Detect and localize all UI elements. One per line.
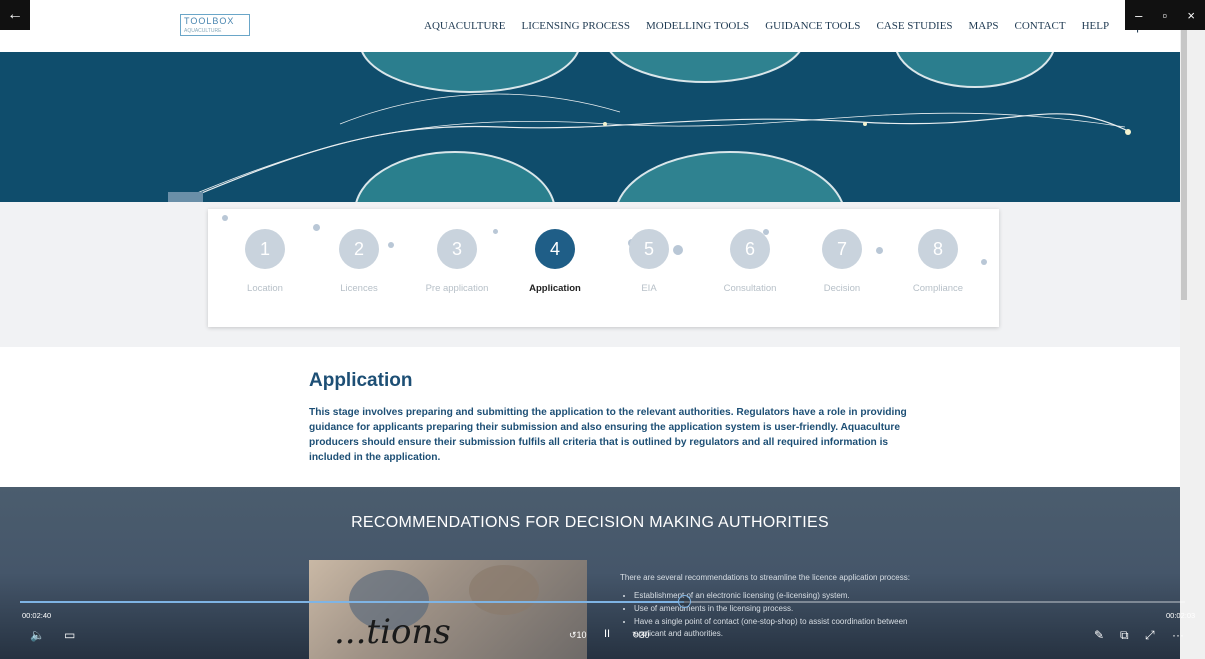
step-number: 2 bbox=[339, 229, 379, 269]
top-navigation: TOOLBOX AQUACULTURE AQUACULTURE LICENSIN… bbox=[0, 0, 1180, 52]
step-label: Application bbox=[529, 283, 581, 294]
elapsed-time: 00:02:40 bbox=[22, 611, 52, 620]
progress-knob[interactable] bbox=[678, 595, 692, 608]
stage-paragraph: This stage involves preparing and submit… bbox=[309, 407, 907, 463]
remaining-time: 00:02:03 bbox=[1166, 611, 1196, 620]
recommendations-text: There are several recommendations to str… bbox=[620, 572, 920, 641]
recommendations-intro: There are several recommendations to str… bbox=[620, 573, 910, 582]
close-icon[interactable]: × bbox=[1187, 8, 1195, 23]
step-label: Consultation bbox=[723, 283, 777, 294]
step-number: 5 bbox=[629, 229, 669, 269]
page-title: Application bbox=[309, 370, 413, 391]
app-window: TOOLBOX AQUACULTURE AQUACULTURE LICENSIN… bbox=[0, 0, 1205, 659]
recommendations-section: RECOMMENDATIONS FOR DECISION MAKING AUTH… bbox=[0, 487, 1180, 659]
step-eia[interactable]: 5 EIA bbox=[604, 229, 694, 294]
list-item: Have a single point of contact (one-stop… bbox=[634, 616, 920, 640]
menu-item-aquaculture[interactable]: AQUACULTURE bbox=[424, 20, 506, 34]
video-progress-bar[interactable] bbox=[20, 595, 1185, 608]
restore-icon[interactable]: ▫ bbox=[1163, 8, 1168, 23]
step-decision[interactable]: 7 Decision bbox=[797, 229, 887, 294]
fullscreen-icon[interactable]: ⤢ bbox=[1145, 628, 1155, 643]
main-menu: AQUACULTURE LICENSING PROCESS MODELLING … bbox=[424, 20, 1142, 34]
stage-description: Application This stage involves preparin… bbox=[0, 347, 1180, 487]
recommendations-heading: RECOMMENDATIONS FOR DECISION MAKING AUTH… bbox=[351, 514, 829, 531]
step-label: Licences bbox=[340, 283, 378, 294]
scrollbar-thumb[interactable] bbox=[1181, 30, 1187, 300]
toolbox-logo[interactable]: TOOLBOX AQUACULTURE bbox=[180, 14, 250, 36]
step-application[interactable]: 4 Application bbox=[510, 229, 600, 294]
step-pre-application[interactable]: 3 Pre application bbox=[412, 229, 502, 294]
step-label: Decision bbox=[823, 283, 861, 294]
step-number: 6 bbox=[730, 229, 770, 269]
step-number: 8 bbox=[918, 229, 958, 269]
recommendations-photo: ...tions bbox=[309, 560, 587, 659]
page-scrollbar[interactable] bbox=[1180, 30, 1205, 659]
step-label: Compliance bbox=[912, 283, 964, 294]
more-options-icon[interactable]: ··· bbox=[1172, 628, 1184, 642]
step-label: Location bbox=[247, 283, 283, 294]
decor-dot bbox=[222, 215, 228, 221]
picture-in-picture-icon[interactable]: ⧉ bbox=[1120, 628, 1129, 643]
step-consultation[interactable]: 6 Consultation bbox=[705, 229, 795, 294]
step-location[interactable]: 1 Location bbox=[220, 229, 310, 294]
step-number: 7 bbox=[822, 229, 862, 269]
minimize-icon[interactable]: – bbox=[1135, 8, 1142, 23]
licensing-stepper: 1 Location 2 Licences 3 Pre application … bbox=[208, 209, 999, 327]
forward-30-button[interactable]: ↻30 bbox=[632, 630, 650, 641]
menu-item-guidance-tools[interactable]: GUIDANCE TOOLS bbox=[765, 20, 860, 34]
pause-button[interactable]: II bbox=[604, 628, 610, 640]
menu-item-maps[interactable]: MAPS bbox=[969, 20, 999, 34]
logo-subtext: AQUACULTURE bbox=[184, 28, 222, 34]
rewind-label: 10 bbox=[576, 630, 587, 640]
step-compliance[interactable]: 8 Compliance bbox=[893, 229, 983, 294]
logo-text: TOOLBOX bbox=[184, 16, 235, 26]
recommendations-list: Establishment of an electronic licensing… bbox=[634, 590, 920, 640]
window-controls: – ▫ × bbox=[1125, 0, 1205, 30]
menu-item-licensing-process[interactable]: LICENSING PROCESS bbox=[522, 20, 631, 34]
menu-item-contact[interactable]: CONTACT bbox=[1015, 20, 1066, 34]
step-number: 1 bbox=[245, 229, 285, 269]
volume-icon[interactable]: 🔈 bbox=[30, 628, 45, 642]
rewind-10-button[interactable]: ↺10 bbox=[569, 630, 587, 641]
list-item: Use of amendments in the licensing proce… bbox=[634, 603, 920, 615]
menu-item-modelling-tools[interactable]: MODELLING TOOLS bbox=[646, 20, 749, 34]
menu-item-case-studies[interactable]: CASE STUDIES bbox=[876, 20, 952, 34]
subtitles-icon[interactable]: ▭ bbox=[64, 628, 75, 642]
step-number: 4 bbox=[535, 229, 575, 269]
photo-blur-shape bbox=[469, 565, 539, 615]
back-arrow-icon[interactable]: ← bbox=[0, 0, 30, 30]
forward-label: 30 bbox=[639, 630, 650, 640]
step-licences[interactable]: 2 Licences bbox=[314, 229, 404, 294]
progress-fill bbox=[20, 601, 685, 603]
photo-script-text: ...tions bbox=[334, 612, 451, 652]
pen-icon[interactable]: ✎ bbox=[1094, 628, 1104, 642]
hero-image bbox=[0, 52, 1180, 202]
menu-item-help[interactable]: HELP bbox=[1082, 20, 1110, 34]
step-label: Pre application bbox=[425, 283, 489, 294]
step-label: EIA bbox=[641, 283, 657, 294]
step-number: 3 bbox=[437, 229, 477, 269]
